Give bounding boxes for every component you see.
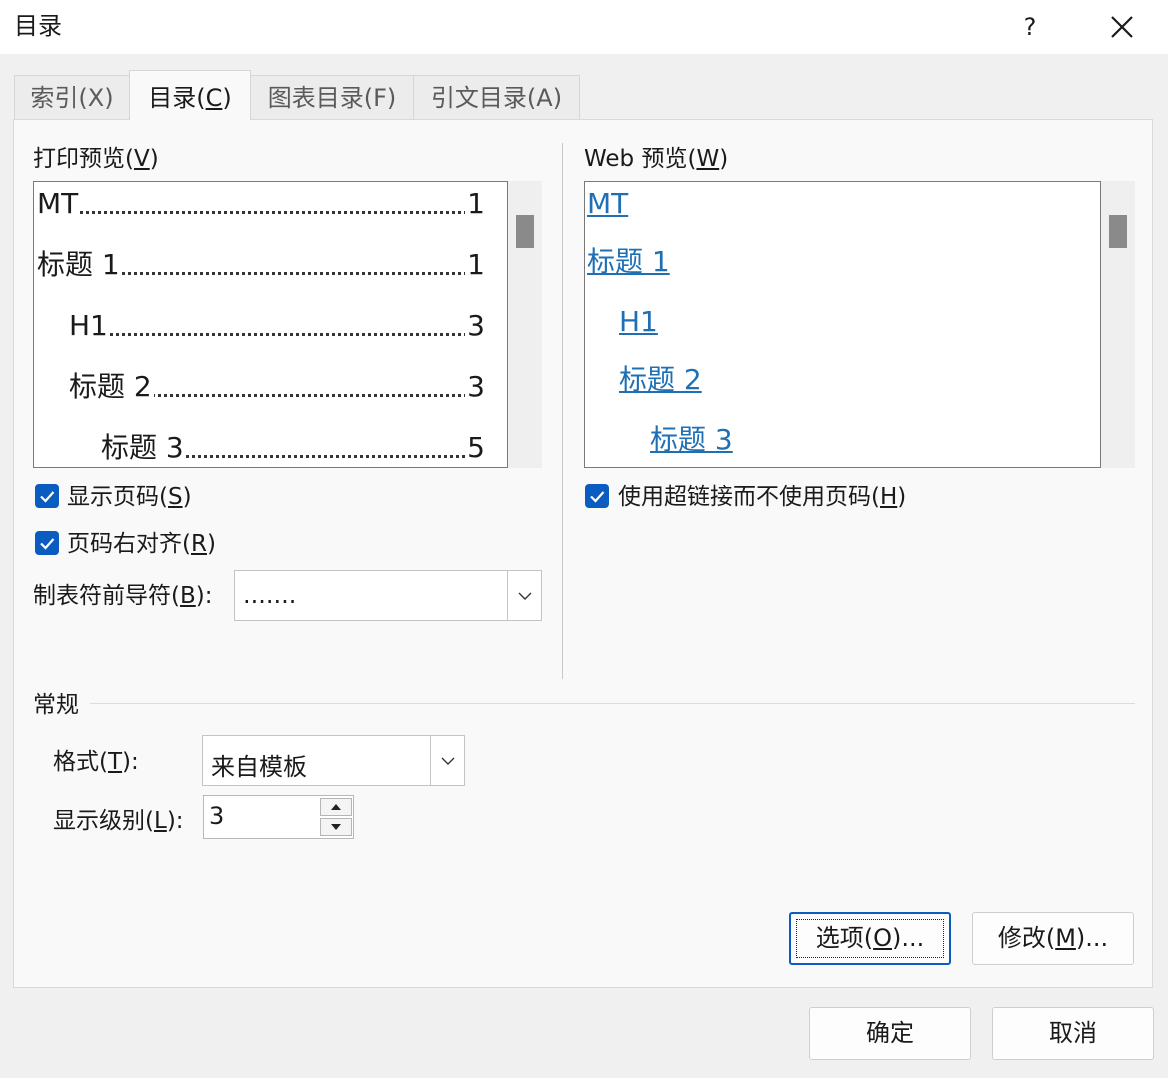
web-preview-link[interactable]: 标题 1 [587,245,670,279]
help-button[interactable]: ? [1006,8,1054,46]
options-button[interactable]: 选项(O)... [789,912,951,965]
close-icon [1111,16,1133,38]
show-page-numbers-label[interactable]: 显示页码(S) [67,482,192,512]
tab-leader-select[interactable]: ....... [234,570,542,621]
toc-dialog: 目录 ? 索引(X) 目录(C) 图表目录(F) 引文目录(A) 打印预览(V)… [0,0,1168,1078]
print-preview-entry: H1 3 [69,309,485,343]
spin-down-button[interactable] [320,818,352,836]
show-page-numbers-checkbox[interactable] [35,484,59,508]
tab-table-of-authorities[interactable]: 引文目录(A) [413,75,580,119]
checkmark-icon [590,491,605,503]
tab-index[interactable]: 索引(X) [14,75,130,119]
show-levels-label: 显示级别(L): [53,808,184,834]
triangle-up-icon [331,804,341,810]
right-align-label[interactable]: 页码右对齐(R) [67,529,216,559]
tab-leader-label: 制表符前导符(B): [33,583,213,609]
show-levels-value[interactable]: 3 [209,802,224,830]
dropdown-button[interactable] [430,736,464,785]
ok-button[interactable]: 确定 [809,1007,971,1060]
web-preview-link[interactable]: H1 [619,305,658,339]
chevron-down-icon [518,592,531,600]
web-preview-link[interactable]: 标题 3 [650,423,733,457]
title-bar [0,0,1168,54]
print-preview-entry: MT 1 [37,187,485,221]
scrollbar-thumb[interactable] [516,215,534,248]
print-preview-box[interactable]: MT 1 标题 11 H1 3 标题 23 标题 35 [33,181,508,468]
format-label: 格式(T): [53,749,139,775]
column-divider [562,143,563,679]
chevron-down-icon [441,757,454,765]
web-preview-label: Web 预览(W) [584,146,729,172]
print-preview-entry: 标题 23 [69,370,485,404]
general-section-heading: 常规 [33,692,79,718]
close-button[interactable] [1098,8,1146,46]
general-divider [90,703,1135,704]
print-preview-label: 打印预览(V) [33,146,159,172]
modify-button[interactable]: 修改(M)... [972,912,1134,965]
print-preview-entry: 标题 35 [101,431,485,465]
tab-table-of-figures[interactable]: 图表目录(F) [250,75,414,119]
tab-toc[interactable]: 目录(C) [129,70,251,120]
web-preview-link[interactable]: 标题 2 [619,363,702,397]
print-preview-scrollbar[interactable] [508,181,542,468]
scrollbar-thumb[interactable] [1109,215,1127,248]
dropdown-button[interactable] [507,571,541,620]
format-select[interactable]: 来自模板 [202,735,465,786]
web-preview-box[interactable]: MT 标题 1 H1 标题 2 标题 3 [584,181,1101,468]
print-preview-entry: 标题 11 [37,248,485,282]
show-levels-stepper[interactable]: 3 [203,795,354,839]
help-icon: ? [1023,13,1037,41]
use-hyperlinks-checkbox[interactable] [585,484,609,508]
right-align-checkbox[interactable] [35,531,59,555]
web-preview-scrollbar[interactable] [1101,181,1135,468]
use-hyperlinks-label[interactable]: 使用超链接而不使用页码(H) [618,482,906,512]
checkmark-icon [40,538,55,550]
dialog-title: 目录 [14,12,62,40]
spin-up-button[interactable] [320,798,352,816]
checkmark-icon [40,491,55,503]
triangle-down-icon [331,824,341,830]
web-preview-link[interactable]: MT [587,187,628,221]
cancel-button[interactable]: 取消 [992,1007,1154,1060]
